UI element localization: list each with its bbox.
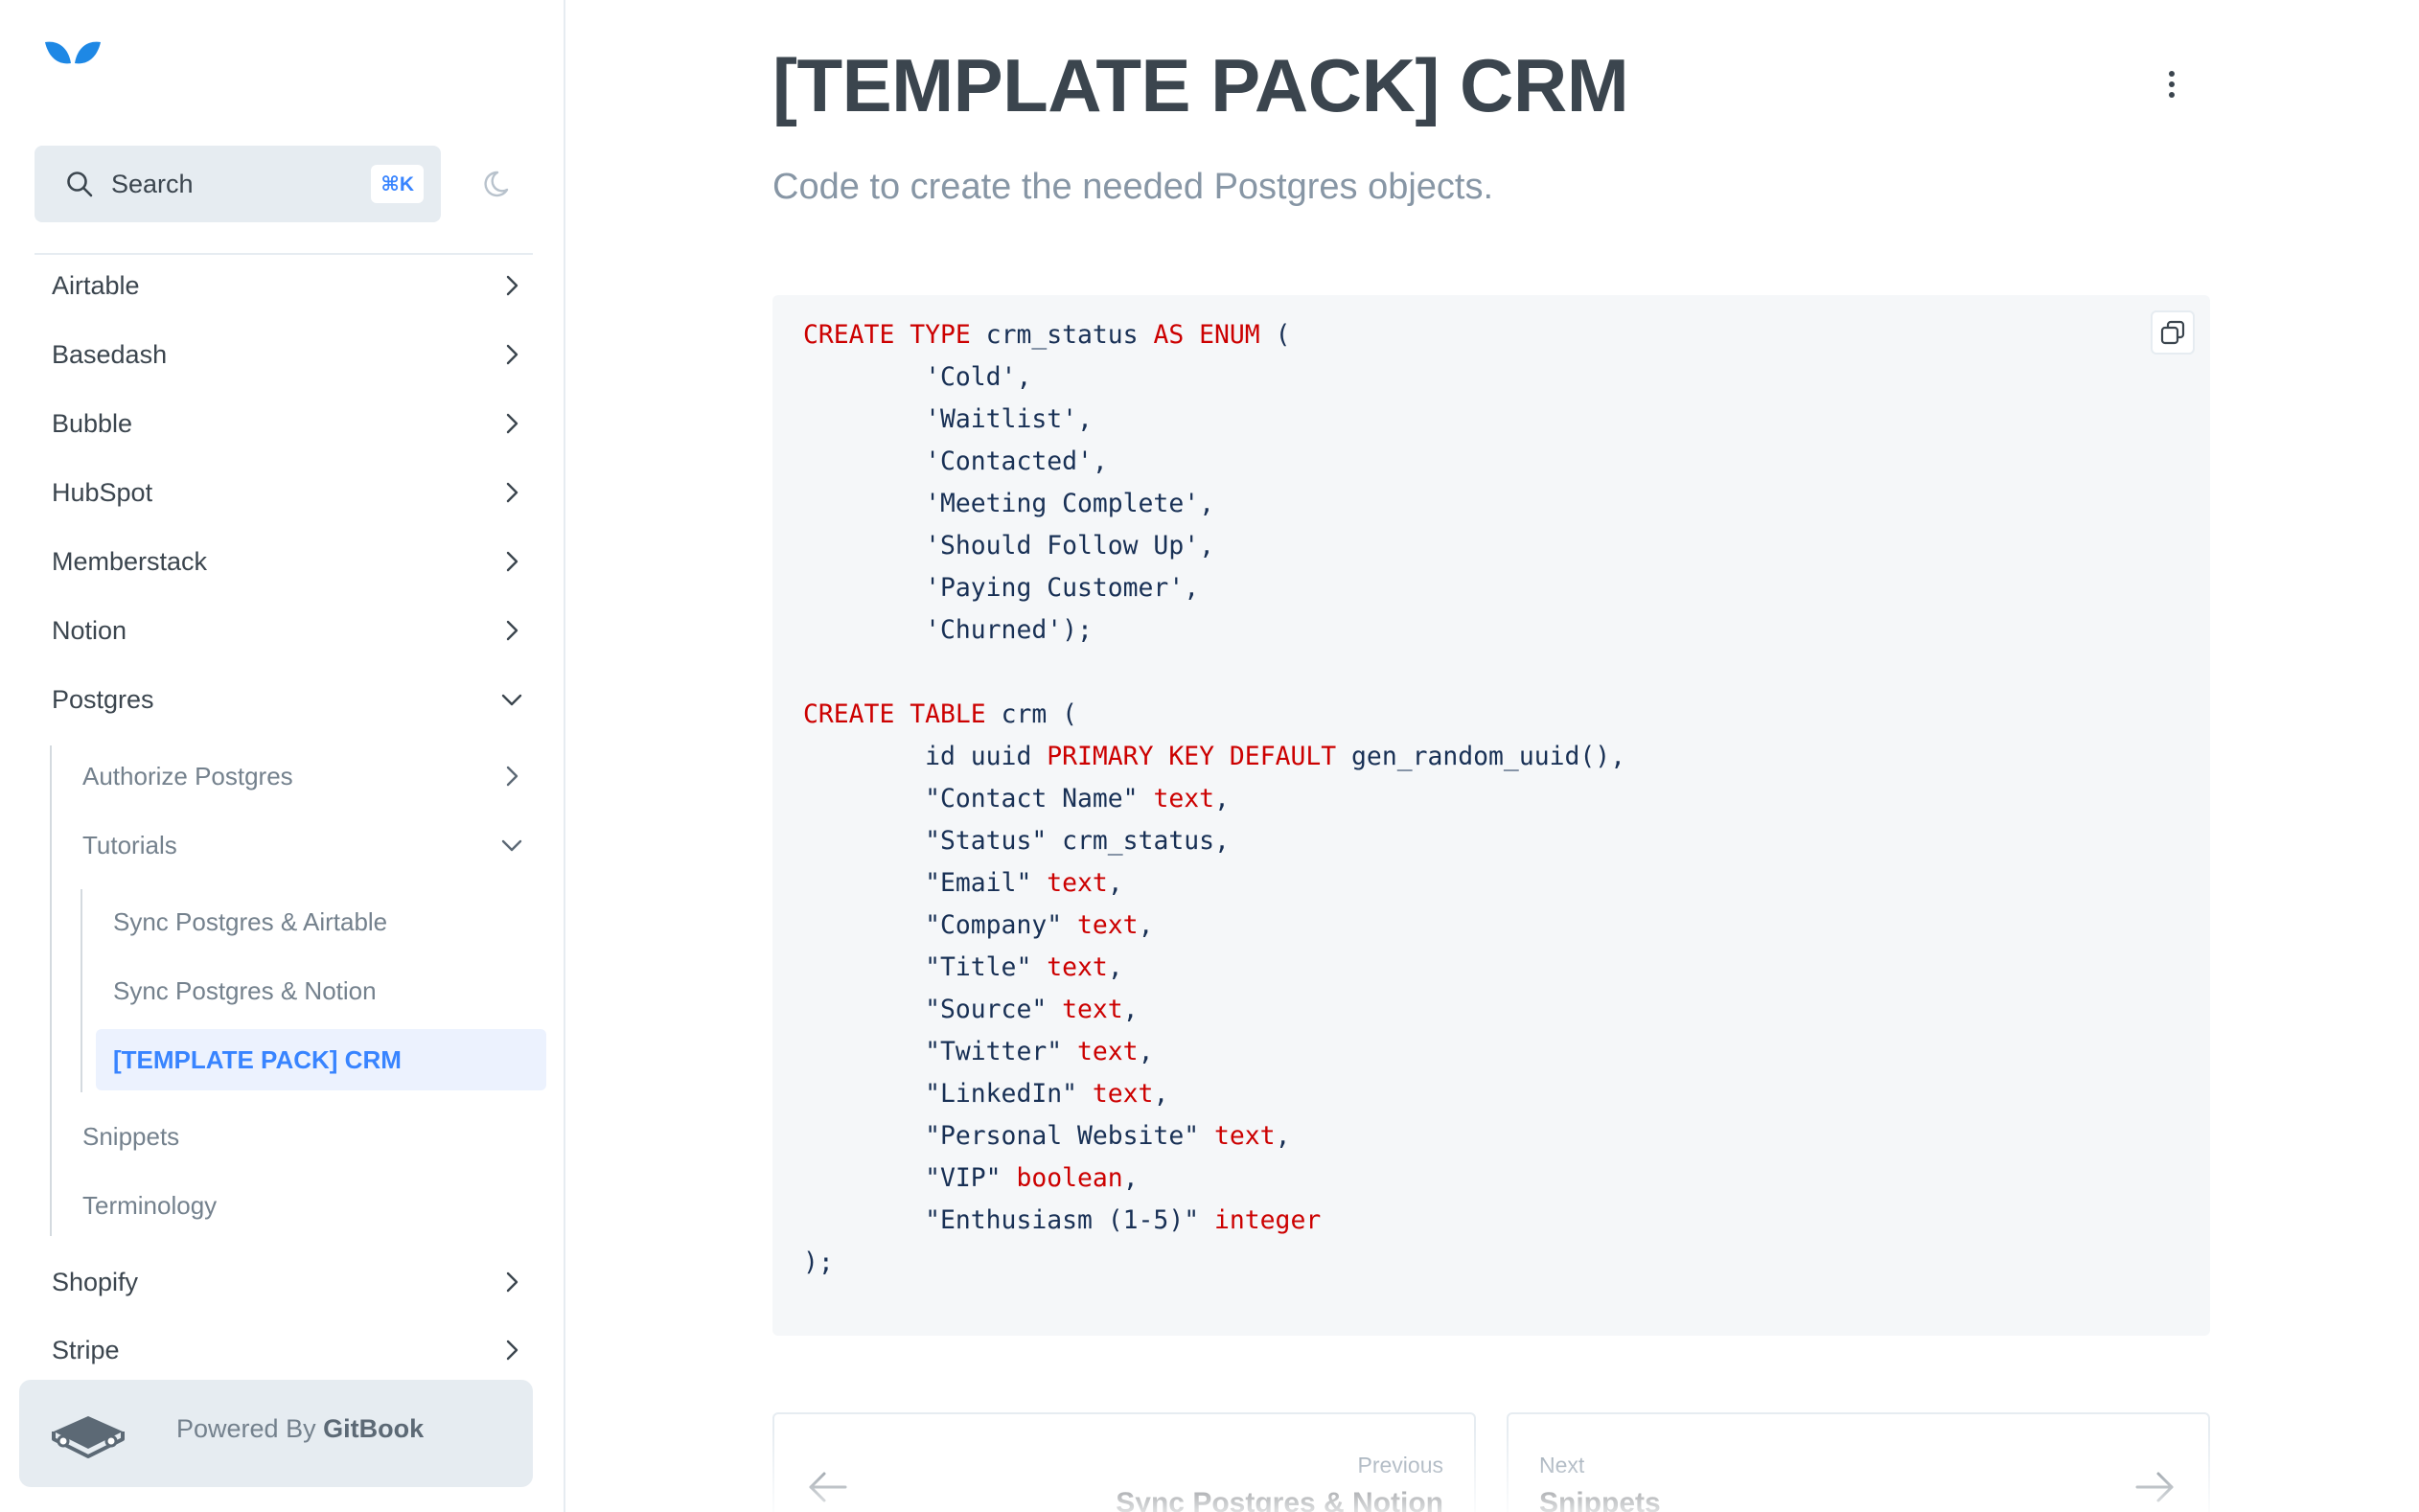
code-line: 'Waitlist', <box>925 404 1093 434</box>
code-block[interactable]: CREATE TYPE crm_status AS ENUM ( 'Cold',… <box>772 295 2210 1336</box>
powered-by-text: Powered By GitBook <box>176 1414 424 1444</box>
code-line: "Personal Website" text, <box>925 1121 1291 1151</box>
code-line: "Company" text, <box>925 910 1154 940</box>
sidebar-item-notion[interactable]: Notion <box>35 600 533 661</box>
code-line: ); <box>803 1248 834 1277</box>
more-options-icon[interactable] <box>2156 65 2187 103</box>
sidebar-item-memberstack[interactable]: Memberstack <box>35 531 533 592</box>
sidebar: Search ⌘K Airtable Basedash Bubble HubSp… <box>0 0 565 1512</box>
chevron-right-icon[interactable] <box>498 617 525 644</box>
sidebar-item-label: Authorize Postgres <box>82 761 293 790</box>
sidebar-item-tutorials[interactable]: Tutorials <box>65 814 533 876</box>
sidebar-item-bubble[interactable]: Bubble <box>35 393 533 454</box>
chevron-down-icon[interactable] <box>498 686 525 713</box>
sidebar-item-sync-postgres-airtable[interactable]: Sync Postgres & Airtable <box>96 891 546 952</box>
code-line: 'Paying Customer', <box>925 573 1200 603</box>
chevron-right-icon[interactable] <box>498 548 525 575</box>
sidebar-item-label: Postgres <box>52 684 154 714</box>
page-title: [TEMPLATE PACK] CRM <box>772 43 1629 127</box>
sidebar-item-label: Tutorials <box>82 830 177 859</box>
search-label: Search <box>111 169 194 198</box>
chevron-right-icon[interactable] <box>498 479 525 506</box>
sidebar-item-label: [TEMPLATE PACK] CRM <box>113 1044 402 1074</box>
code-line: 'Cold', <box>925 362 1032 392</box>
chevron-right-icon[interactable] <box>498 410 525 437</box>
nav-tree-line <box>81 889 82 1092</box>
powered-by-brand: GitBook <box>323 1414 425 1443</box>
arrow-right-icon <box>2135 1472 2174 1502</box>
previous-page-link[interactable]: Previous Sync Postgres & Notion <box>772 1412 1476 1512</box>
code-line: 'Meeting Complete', <box>925 489 1214 518</box>
code-content[interactable]: CREATE TYPE crm_status AS ENUM ( 'Cold',… <box>803 314 1625 1284</box>
chevron-down-icon[interactable] <box>498 832 525 859</box>
next-caption: Next <box>1539 1453 1585 1478</box>
dot <box>2169 92 2175 98</box>
code-line: 'Churned'); <box>925 615 1093 645</box>
search-button[interactable]: Search ⌘K <box>35 146 441 222</box>
code-line: "Status" crm_status, <box>925 826 1230 856</box>
powered-by-gitbook-link[interactable]: Powered By GitBook <box>19 1380 533 1487</box>
sidebar-item-template-pack-crm[interactable]: [TEMPLATE PACK] CRM <box>96 1029 546 1090</box>
sidebar-item-authorize-postgres[interactable]: Authorize Postgres <box>65 745 533 807</box>
chevron-right-icon[interactable] <box>498 1269 525 1295</box>
code-line: "Source" text, <box>925 995 1139 1024</box>
sidebar-item-label: Snippets <box>82 1121 180 1151</box>
sidebar-item-sync-postgres-notion[interactable]: Sync Postgres & Notion <box>96 960 546 1021</box>
powered-by-prefix: Powered By <box>176 1414 316 1443</box>
chevron-right-icon[interactable] <box>498 341 525 368</box>
copy-icon <box>2160 320 2185 345</box>
code-line: "Title" text, <box>925 952 1123 982</box>
code-line: 'Contacted', <box>925 447 1108 476</box>
nav-tree-line <box>50 745 52 1236</box>
next-title: Snippets <box>1539 1487 1661 1512</box>
arrow-left-icon <box>809 1472 847 1502</box>
sidebar-item-shopify[interactable]: Shopify <box>35 1251 533 1313</box>
sidebar-item-postgres[interactable]: Postgres <box>35 669 533 730</box>
sidebar-item-label: Notion <box>52 615 127 645</box>
logo-icon[interactable] <box>43 38 103 69</box>
sidebar-item-airtable[interactable]: Airtable <box>35 255 533 316</box>
gitbook-icon <box>52 1416 125 1458</box>
sidebar-item-snippets[interactable]: Snippets <box>65 1106 533 1167</box>
sidebar-item-basedash[interactable]: Basedash <box>35 324 533 385</box>
sidebar-item-hubspot[interactable]: HubSpot <box>35 462 533 523</box>
code-line: "VIP" boolean, <box>925 1163 1139 1193</box>
sidebar-item-label: Shopify <box>52 1267 139 1296</box>
previous-title: Sync Postgres & Notion <box>1116 1487 1443 1512</box>
chevron-right-icon[interactable] <box>498 272 525 299</box>
sidebar-item-label: HubSpot <box>52 477 153 507</box>
next-page-link[interactable]: Next Snippets <box>1507 1412 2210 1512</box>
search-icon <box>67 172 93 197</box>
dot <box>2169 81 2175 87</box>
code-line: "LinkedIn" text, <box>925 1079 1169 1109</box>
code-line: CREATE TABLE crm ( <box>803 699 1078 729</box>
moon-icon[interactable] <box>482 167 517 201</box>
dot <box>2169 71 2175 77</box>
sidebar-item-terminology[interactable]: Terminology <box>65 1175 533 1236</box>
code-line: "Contact Name" text, <box>925 784 1230 813</box>
code-line: id uuid PRIMARY KEY DEFAULT gen_random_u… <box>925 742 1626 771</box>
code-line: "Twitter" text, <box>925 1037 1154 1066</box>
chevron-right-icon[interactable] <box>498 763 525 790</box>
copy-button[interactable] <box>2151 310 2195 355</box>
sidebar-item-label: Basedash <box>52 339 168 369</box>
chevron-right-icon[interactable] <box>498 1337 525 1363</box>
previous-caption: Previous <box>1357 1453 1443 1478</box>
code-line: 'Should Follow Up', <box>925 531 1214 561</box>
sidebar-item-label: Airtable <box>52 270 140 300</box>
sidebar-item-label: Bubble <box>52 408 133 438</box>
sidebar-item-stripe[interactable]: Stripe <box>35 1319 533 1381</box>
sidebar-item-label: Sync Postgres & Airtable <box>113 906 388 936</box>
sidebar-item-label: Stripe <box>52 1335 120 1364</box>
search-shortcut-badge: ⌘K <box>371 165 424 203</box>
code-line: "Email" text, <box>925 868 1123 898</box>
code-line: "Enthusiasm (1-5)" integer <box>925 1205 1322 1235</box>
code-line: CREATE TYPE crm_status AS ENUM ( <box>803 320 1291 350</box>
sidebar-item-label: Memberstack <box>52 546 208 576</box>
sidebar-item-label: Terminology <box>82 1190 218 1220</box>
page-description: Code to create the needed Postgres objec… <box>772 167 1494 207</box>
sidebar-item-label: Sync Postgres & Notion <box>113 975 377 1005</box>
